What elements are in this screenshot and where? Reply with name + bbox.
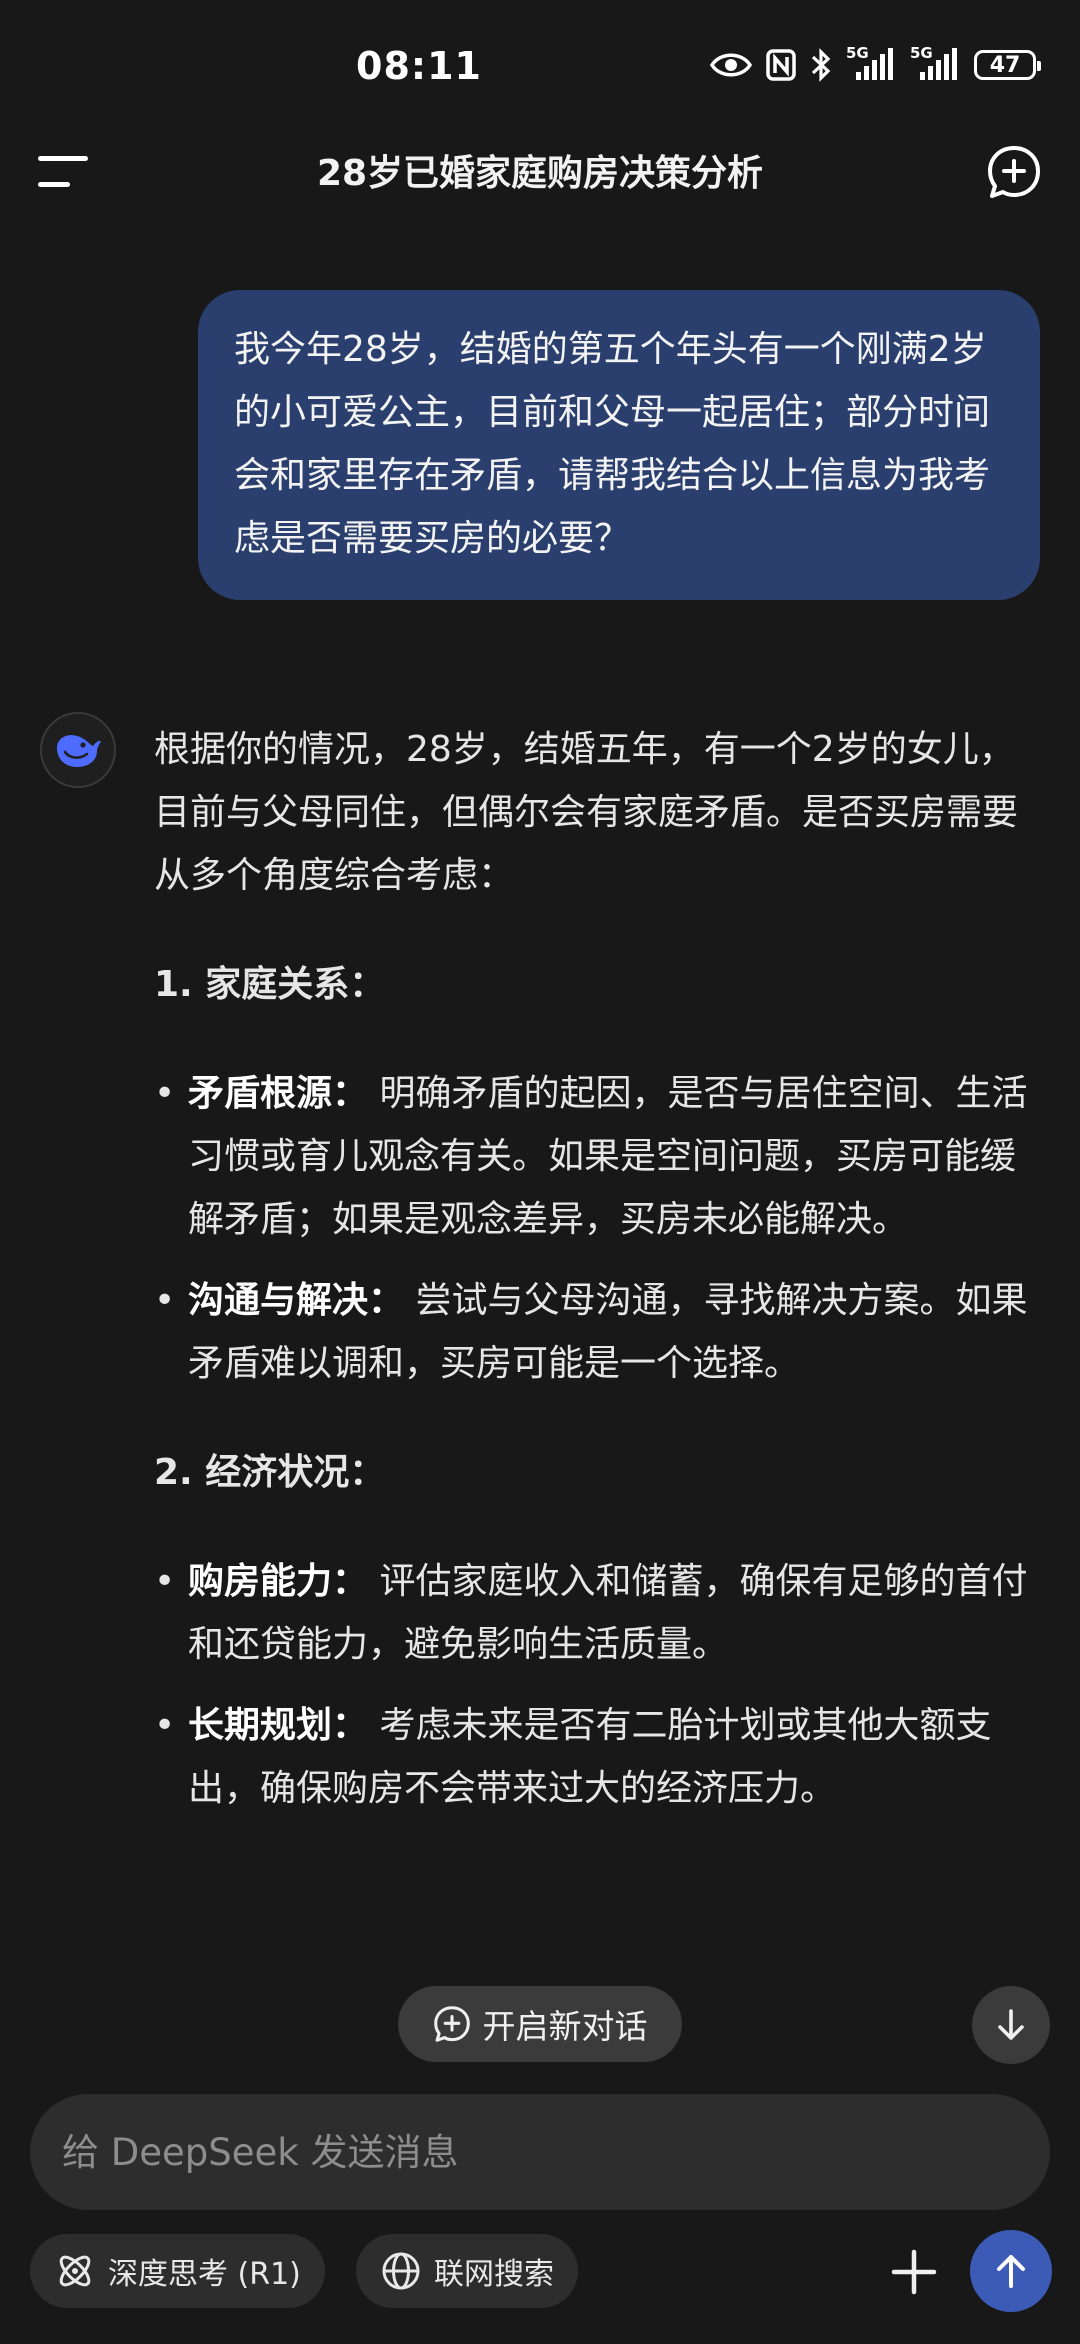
message-input-container <box>30 2094 1050 2210</box>
new-chat-icon <box>433 2006 470 2042</box>
battery-icon: 47 <box>974 50 1041 80</box>
status-icons: 5G 5G 47 <box>710 44 1041 82</box>
globe-icon <box>382 2252 420 2290</box>
deep-think-label: 深度思考 (R1) <box>108 2257 301 2292</box>
new-conversation-button[interactable]: 开启新对话 <box>398 1986 682 2062</box>
app-header: 28岁已婚家庭购房决策分析 <box>0 130 1080 210</box>
arrow-down-icon <box>998 2009 1024 2040</box>
bullet-label: 长期规划： <box>188 1705 369 1746</box>
list-item: 矛盾根源： 明确矛盾的起因，是否与居住空间、生活习惯或育儿观念有关。如果是空间问… <box>154 1062 1034 1251</box>
nfc-icon <box>766 49 796 81</box>
list-item: 长期规划： 考虑未来是否有二胎计划或其他大额支出，确保购房不会带来过大的经济压力… <box>154 1694 1034 1820</box>
atom-icon <box>59 2255 91 2287</box>
eye-icon <box>710 50 752 80</box>
deepseek-whale-icon <box>57 735 101 767</box>
scroll-down-button[interactable] <box>972 1986 1050 2064</box>
plus-icon <box>891 2249 937 2295</box>
new-conversation-label: 开启新对话 <box>482 2007 648 2046</box>
section-heading: 1. 家庭关系： <box>154 964 386 1005</box>
page-title: 28岁已婚家庭购房决策分析 <box>316 153 764 194</box>
bullet-list: 矛盾根源： 明确矛盾的起因，是否与居住空间、生活习惯或育儿观念有关。如果是空间问… <box>154 1062 1034 1395</box>
attach-button[interactable] <box>884 2242 944 2302</box>
deep-think-toggle[interactable]: 深度思考 (R1) <box>30 2234 325 2308</box>
user-message-bubble: 我今年28岁，结婚的第五个年头有一个刚满2岁的小可爱公主，目前和父母一起居住；部… <box>198 290 1040 600</box>
composer-toolbar: 深度思考 (R1) 联网搜索 <box>0 2230 1080 2312</box>
bullet-label: 购房能力： <box>188 1561 369 1602</box>
bullet-list: 购房能力： 评估家庭收入和储蓄，确保有足够的首付和还贷能力，避免影响生活质量。 … <box>154 1550 1034 1820</box>
message-input[interactable] <box>60 2129 1020 2175</box>
new-chat-icon <box>988 146 1040 198</box>
status-bar: 08:11 5G 5G 47 <box>0 0 1080 150</box>
bullet-label: 矛盾根源： <box>188 1073 369 1114</box>
signal-icon: 5G <box>910 44 960 82</box>
assistant-avatar <box>40 712 116 788</box>
network-label: 5G <box>846 44 869 62</box>
signal-icon: 5G <box>846 44 896 82</box>
status-time: 08:11 <box>356 44 482 88</box>
new-chat-button[interactable] <box>986 144 1042 200</box>
arrow-up-icon <box>997 2255 1025 2288</box>
assistant-message: 根据你的情况，28岁，结婚五年，有一个2岁的女儿，目前与父母同住，但偶尔会有家庭… <box>154 718 1034 1866</box>
assistant-intro: 根据你的情况，28岁，结婚五年，有一个2岁的女儿，目前与父母同住，但偶尔会有家庭… <box>154 729 1019 896</box>
network-label: 5G <box>910 44 933 62</box>
list-item: 沟通与解决： 尝试与父母沟通，寻找解决方案。如果矛盾难以调和，买房可能是一个选择… <box>154 1269 1034 1395</box>
bluetooth-icon <box>810 48 832 82</box>
section-heading: 2. 经济状况： <box>154 1452 386 1493</box>
send-button[interactable] <box>970 2230 1052 2312</box>
list-item: 购房能力： 评估家庭收入和储蓄，确保有足够的首付和还贷能力，避免影响生活质量。 <box>154 1550 1034 1676</box>
battery-level: 47 <box>989 52 1021 78</box>
web-search-label: 联网搜索 <box>434 2257 554 2292</box>
web-search-toggle[interactable]: 联网搜索 <box>356 2234 578 2308</box>
bullet-label: 沟通与解决： <box>188 1280 405 1321</box>
